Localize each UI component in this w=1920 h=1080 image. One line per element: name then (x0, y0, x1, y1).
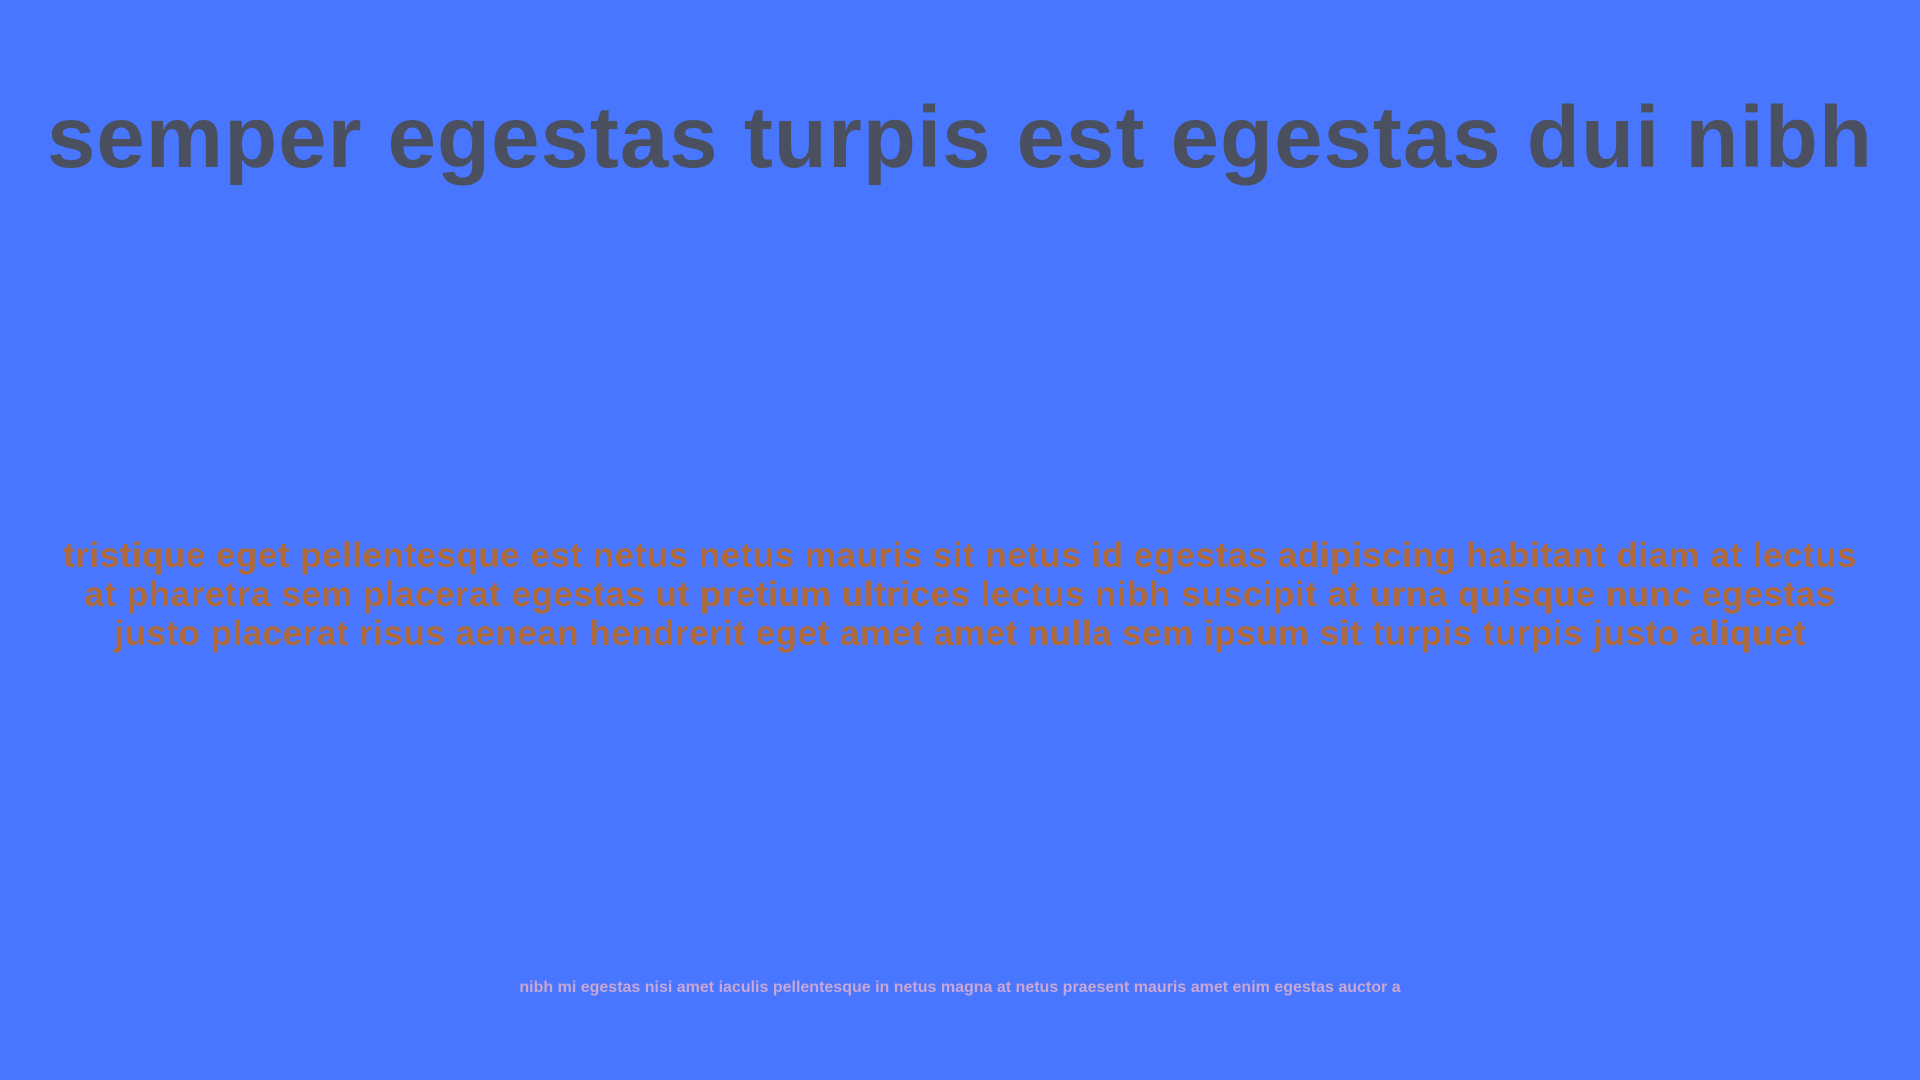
page-title: semper egestas turpis est egestas dui ni… (46, 89, 1874, 186)
body-paragraph: tristique eget pellentesque est netus ne… (63, 536, 1857, 653)
footer-text: nibh mi egestas nisi amet iaculis pellen… (519, 979, 1401, 996)
slide: semper egestas turpis est egestas dui ni… (0, 0, 1920, 1080)
